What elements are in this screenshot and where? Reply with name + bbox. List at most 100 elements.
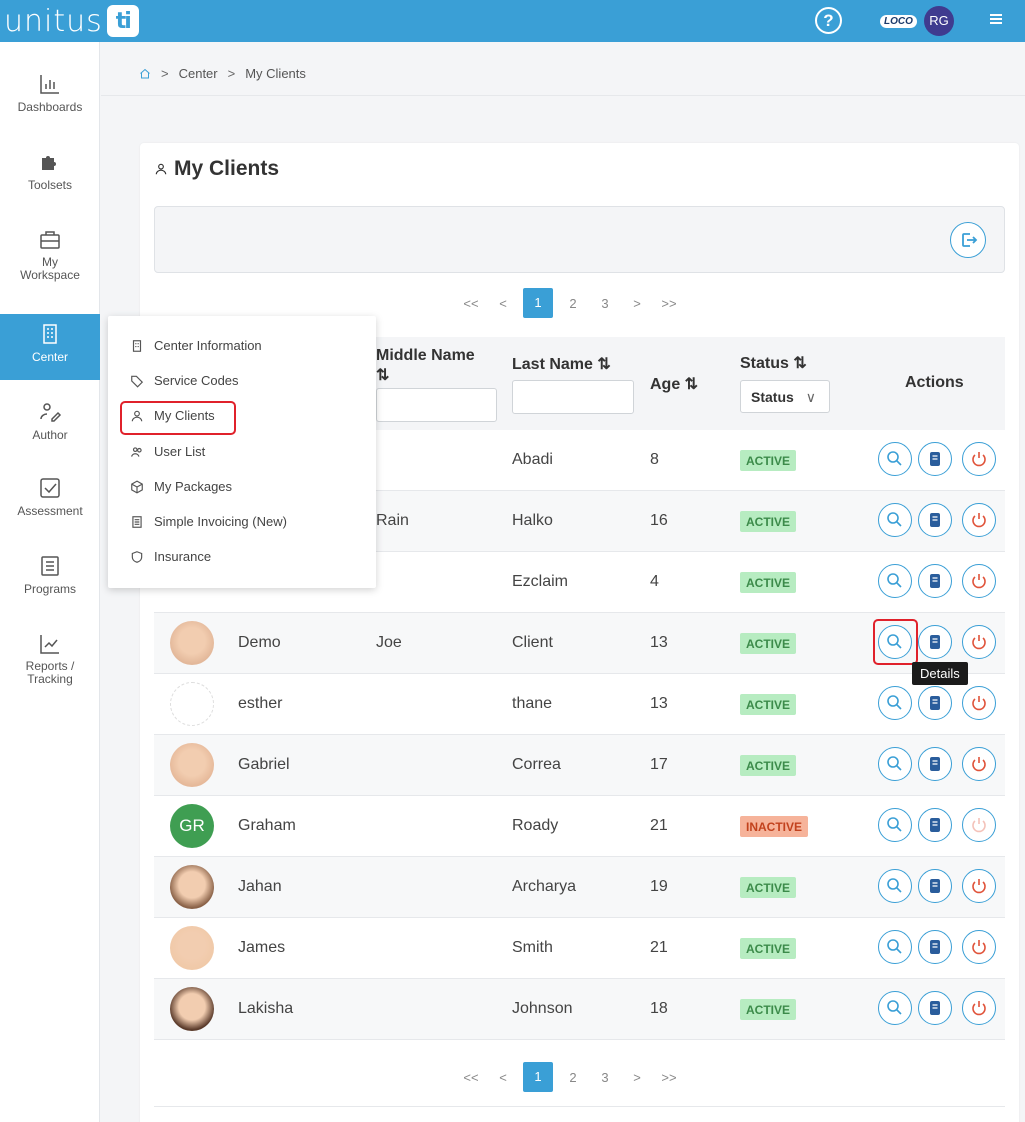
cell-age: 4 <box>650 573 659 590</box>
brand-mark: ti <box>106 5 139 37</box>
deactivate-button[interactable] <box>962 686 996 720</box>
menu-item-user-list[interactable]: User List <box>130 444 205 459</box>
notes-button[interactable] <box>918 747 952 781</box>
details-button[interactable] <box>878 747 912 781</box>
sidebar-item-reports-tracking[interactable]: Reports / Tracking <box>0 632 100 686</box>
notes-button[interactable] <box>918 564 952 598</box>
cell-middle: Rain <box>376 512 409 529</box>
header-status[interactable]: Status ⇅ <box>740 353 807 373</box>
notes-button[interactable] <box>918 930 952 964</box>
page-title: My Clients <box>154 157 279 181</box>
menu-item-insurance[interactable]: Insurance <box>130 549 211 564</box>
details-button[interactable] <box>878 503 912 537</box>
loco-logo[interactable]: LOCO <box>880 15 917 28</box>
header-middle-name[interactable]: Middle Name ⇅ <box>376 347 475 385</box>
first-page-button[interactable]: << <box>455 296 487 311</box>
notes-button[interactable] <box>918 503 952 537</box>
sidebar-item-label: Programs <box>23 582 76 596</box>
deactivate-button[interactable] <box>962 503 996 537</box>
briefcase-icon <box>40 231 60 249</box>
notes-button[interactable] <box>918 442 952 476</box>
avatar <box>170 743 214 787</box>
help-icon[interactable]: ? <box>815 7 842 34</box>
page-3-button[interactable]: 3 <box>589 1070 621 1085</box>
building-icon <box>132 339 142 352</box>
brand-name: unitus <box>4 3 103 39</box>
sidebar-item-label: Assessment <box>17 504 83 518</box>
details-button-highlight <box>873 619 918 665</box>
details-button[interactable] <box>878 442 912 476</box>
user-avatar[interactable]: RG <box>924 6 954 36</box>
details-button[interactable] <box>878 930 912 964</box>
prev-page-button[interactable]: < <box>487 296 519 311</box>
last-name-filter-input[interactable] <box>512 380 634 414</box>
details-button[interactable] <box>878 564 912 598</box>
header-actions: Actions <box>905 374 964 391</box>
page-title-text: My Clients <box>174 157 280 180</box>
page-1-button[interactable]: 1 <box>523 1062 553 1092</box>
power-icon <box>972 1001 986 1016</box>
details-button[interactable] <box>878 991 912 1025</box>
deactivate-button[interactable] <box>962 808 996 842</box>
export-button[interactable] <box>950 222 986 258</box>
header-age[interactable]: Age ⇅ <box>650 374 698 394</box>
notes-button[interactable] <box>918 869 952 903</box>
brand-logo[interactable]: unitus ti <box>4 2 139 40</box>
prev-page-button[interactable]: < <box>487 1070 519 1085</box>
breadcrumb-center[interactable]: Center <box>179 66 218 81</box>
deactivate-button[interactable] <box>962 869 996 903</box>
sidebar-item-label: Center <box>31 350 69 364</box>
toolbar-panel <box>154 206 1005 273</box>
page-2-button[interactable]: 2 <box>557 296 589 311</box>
avatar <box>170 987 214 1031</box>
last-page-button[interactable]: >> <box>653 1070 685 1085</box>
details-button[interactable] <box>878 808 912 842</box>
next-page-button[interactable]: > <box>621 1070 653 1085</box>
sidebar-item-center[interactable]: Center <box>0 314 100 380</box>
menu-item-center-information[interactable]: Center Information <box>130 338 262 353</box>
deactivate-button[interactable] <box>962 625 996 659</box>
divider <box>154 1106 1005 1107</box>
deactivate-button[interactable] <box>962 991 996 1025</box>
cell-last: Smith <box>512 939 553 956</box>
cell-age: 21 <box>650 817 668 834</box>
first-page-button[interactable]: << <box>455 1070 487 1085</box>
details-button[interactable] <box>878 869 912 903</box>
deactivate-button[interactable] <box>962 564 996 598</box>
notes-button[interactable] <box>918 991 952 1025</box>
sidebar-item-dashboards[interactable]: Dashboards <box>0 72 100 114</box>
cell-first: James <box>238 939 286 956</box>
status-filter-select[interactable]: Status ∨ <box>740 380 830 413</box>
page-1-button[interactable]: 1 <box>523 288 553 318</box>
header-last-name[interactable]: Last Name ⇅ <box>512 354 611 374</box>
sidebar-item-author[interactable]: Author <box>0 400 100 442</box>
next-page-button[interactable]: > <box>621 296 653 311</box>
deactivate-button[interactable] <box>962 930 996 964</box>
sidebar-item-programs[interactable]: Programs <box>0 554 100 596</box>
power-icon <box>972 818 986 833</box>
page-3-button[interactable]: 3 <box>589 296 621 311</box>
sidebar-item-toolsets[interactable]: Toolsets <box>0 150 100 192</box>
deactivate-button[interactable] <box>962 442 996 476</box>
page-2-button[interactable]: 2 <box>557 1070 589 1085</box>
menu-item-my-packages[interactable]: My Packages <box>130 479 232 494</box>
last-page-button[interactable]: >> <box>653 296 685 311</box>
power-icon <box>972 696 986 711</box>
hamburger-menu-icon[interactable] <box>990 14 1002 26</box>
table-row: Jahan Archarya 19 ACTIVE <box>154 857 1005 918</box>
details-button[interactable] <box>878 686 912 720</box>
middle-name-filter-input[interactable] <box>376 388 497 422</box>
home-icon[interactable] <box>139 68 151 80</box>
notes-button[interactable] <box>918 625 952 659</box>
deactivate-button[interactable] <box>962 747 996 781</box>
notes-button[interactable] <box>918 686 952 720</box>
puzzle-icon <box>42 156 56 170</box>
menu-item-simple-invoicing[interactable]: Simple Invoicing (New) <box>130 514 287 529</box>
avatar <box>170 926 214 970</box>
menu-item-service-codes[interactable]: Service Codes <box>130 373 239 388</box>
chevron-right-icon: > <box>227 66 236 81</box>
cell-last: Correa <box>512 756 561 773</box>
sidebar-item-assessment[interactable]: Assessment <box>0 476 100 518</box>
sidebar-item-my-workspace[interactable]: My Workspace <box>0 228 100 282</box>
notes-button[interactable] <box>918 808 952 842</box>
